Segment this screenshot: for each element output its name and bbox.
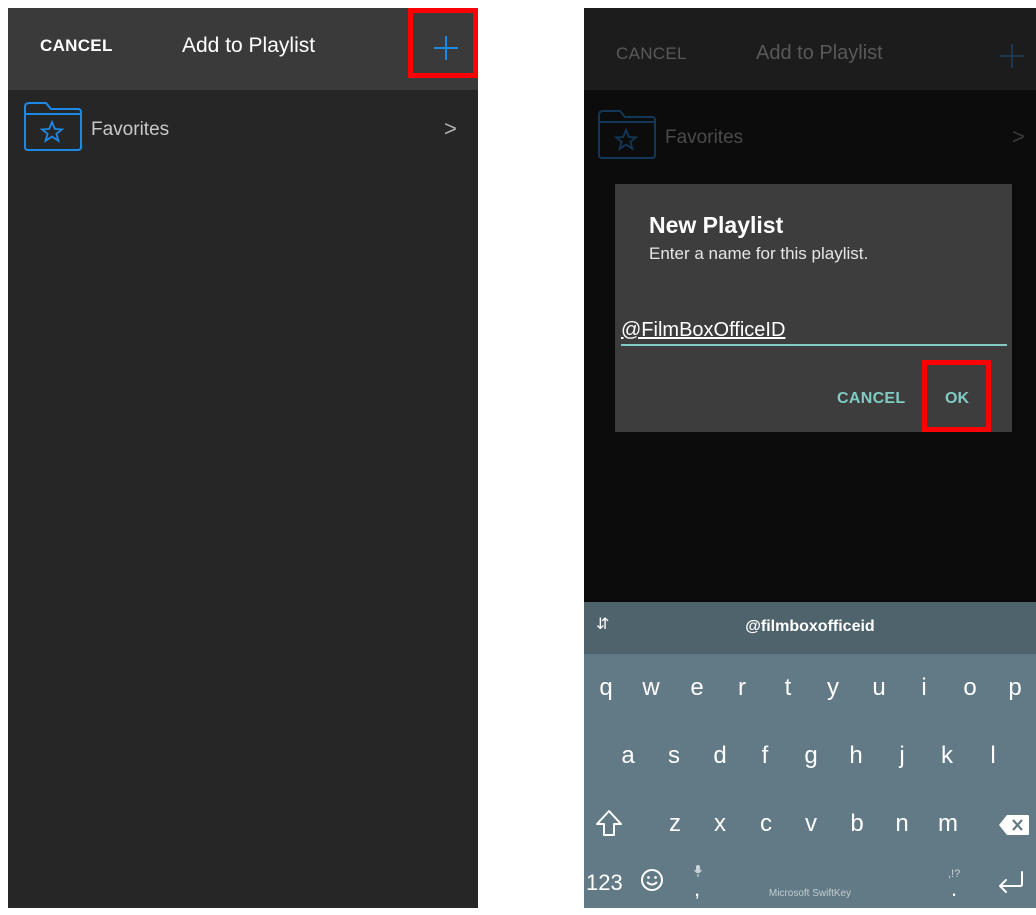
- key-i[interactable]: i: [904, 674, 944, 702]
- list-item-label: Favorites: [91, 119, 170, 140]
- key-p[interactable]: p: [995, 674, 1035, 702]
- right-screen: CANCEL Add to Playlist Favorites > New P…: [584, 8, 1036, 908]
- period-key[interactable]: .: [951, 876, 957, 902]
- key-u[interactable]: u: [859, 674, 899, 702]
- key-m[interactable]: m: [928, 810, 968, 838]
- folder-star-icon: [24, 102, 82, 151]
- key-v[interactable]: v: [791, 810, 831, 838]
- cancel-button[interactable]: CANCEL: [616, 44, 687, 64]
- backspace-icon[interactable]: [998, 814, 1030, 836]
- list-item-label: Favorites: [665, 127, 744, 148]
- on-screen-keyboard: ⇵ @filmboxofficeid q w e r t y u i o p a…: [584, 602, 1036, 908]
- key-n[interactable]: n: [882, 810, 922, 838]
- playlist-name-input[interactable]: @FilmBoxOfficeID: [621, 316, 1007, 346]
- chevron-right-icon: >: [1012, 124, 1025, 149]
- folder-star-icon: [598, 110, 656, 159]
- new-playlist-dialog: New Playlist Enter a name for this playl…: [615, 184, 1012, 432]
- key-o[interactable]: o: [950, 674, 990, 702]
- cancel-button[interactable]: CANCEL: [40, 36, 113, 56]
- key-f[interactable]: f: [745, 742, 785, 770]
- key-q[interactable]: q: [586, 674, 626, 702]
- key-c[interactable]: c: [746, 810, 786, 838]
- key-x[interactable]: x: [700, 810, 740, 838]
- dialog-message: Enter a name for this playlist.: [649, 244, 869, 263]
- page-title: Add to Playlist: [756, 42, 883, 64]
- key-g[interactable]: g: [791, 742, 831, 770]
- dialog-cancel-button[interactable]: CANCEL: [837, 390, 905, 408]
- key-s[interactable]: s: [654, 742, 694, 770]
- highlight-box-add: [408, 8, 478, 78]
- suggestion-word[interactable]: @filmboxofficeid: [584, 618, 1036, 636]
- page-title: Add to Playlist: [182, 34, 316, 57]
- key-k[interactable]: k: [927, 742, 967, 770]
- key-h[interactable]: h: [836, 742, 876, 770]
- key-r[interactable]: r: [722, 674, 762, 702]
- suggestion-bar: ⇵ @filmboxofficeid: [584, 602, 1036, 654]
- key-y[interactable]: y: [813, 674, 853, 702]
- key-e[interactable]: e: [677, 674, 717, 702]
- key-l[interactable]: l: [973, 742, 1013, 770]
- chevron-right-icon: >: [444, 116, 457, 141]
- dialog-title: New Playlist: [649, 212, 784, 238]
- key-a[interactable]: a: [608, 742, 648, 770]
- key-j[interactable]: j: [882, 742, 922, 770]
- key-d[interactable]: d: [700, 742, 740, 770]
- key-z[interactable]: z: [655, 810, 695, 838]
- key-b[interactable]: b: [837, 810, 877, 838]
- key-w[interactable]: w: [631, 674, 671, 702]
- enter-icon[interactable]: [996, 870, 1026, 894]
- highlight-box-ok: [922, 360, 991, 432]
- keyboard-brand: Microsoft SwiftKey: [768, 888, 852, 899]
- shift-icon[interactable]: [594, 808, 624, 838]
- key-t[interactable]: t: [768, 674, 808, 702]
- app-header: CANCEL Add to Playlist: [584, 8, 1036, 90]
- plus-icon[interactable]: [1000, 44, 1024, 68]
- left-screen: CANCEL Add to Playlist Favorites >: [8, 8, 478, 908]
